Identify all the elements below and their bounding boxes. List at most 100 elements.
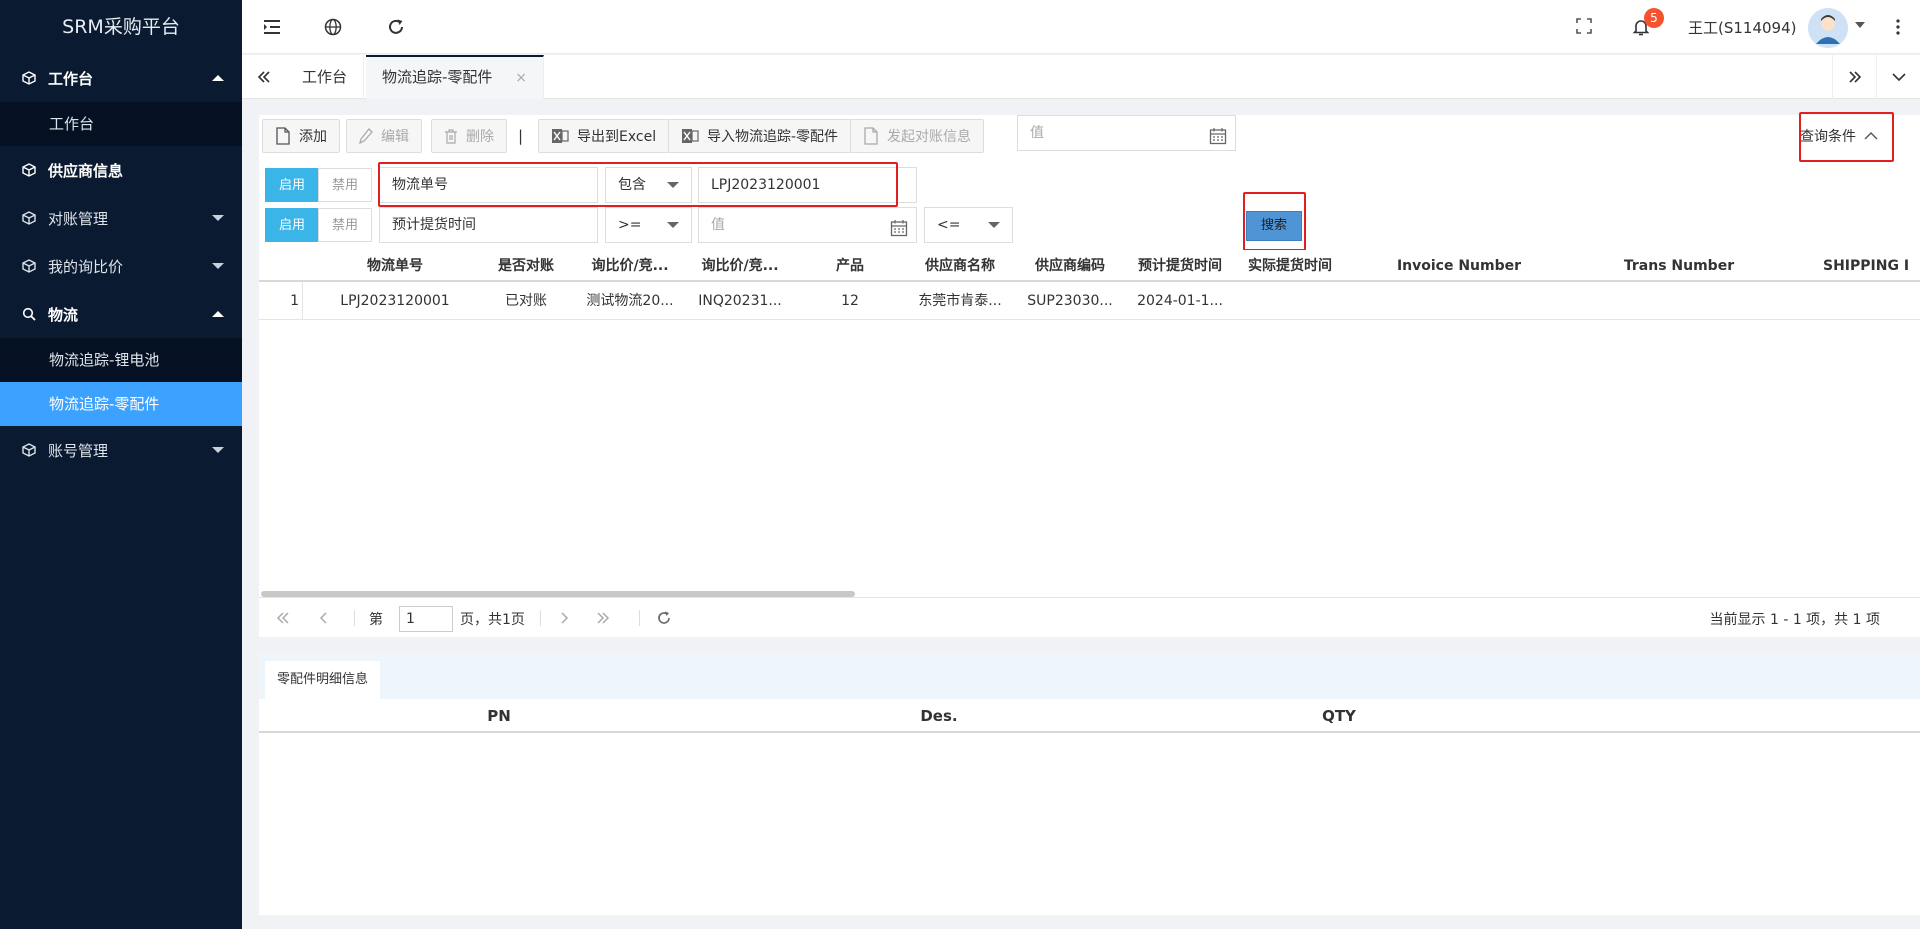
column-header[interactable]: Trans Number [1573,250,1785,282]
export-excel-button[interactable]: 导出到Excel [538,119,670,153]
column-header[interactable]: SHIPPING I [1785,250,1920,282]
filter2-operator-select[interactable]: >= [605,207,692,243]
filter2-disable-toggle[interactable]: 禁用 [318,208,372,242]
prev-page-icon[interactable] [313,608,333,628]
sidebar-item-workbench[interactable]: 工作台 [0,54,242,102]
sidebar-item-label: 工作台 [48,69,94,88]
import-logistics-parts-button[interactable]: 导入物流追踪-零配件 [668,119,852,153]
toolbar-separator: | [518,127,524,145]
tab-workbench[interactable]: 工作台 [286,55,365,99]
sidebar-item-reconciliation[interactable]: 对账管理 [0,194,242,242]
filter2-operator2-value: <= [937,217,961,233]
calendar-icon[interactable] [890,216,908,250]
first-page-icon[interactable] [273,608,293,628]
filter1-enable-toggle[interactable]: 启用 [265,168,319,202]
column-header[interactable]: PN [259,699,739,733]
column-header[interactable]: 实际提货时间 [1235,250,1345,282]
filter2-operator2-select[interactable]: <= [924,207,1013,243]
detail-grid-header: PN Des. QTY [259,699,1920,733]
column-header[interactable]: 供应商名称 [905,250,1015,282]
query-conditions-toggle[interactable]: 查询条件 [1800,119,1878,153]
app-title: SRM采购平台 [62,16,180,38]
sidebar-item-account[interactable]: 账号管理 [0,426,242,474]
sidebar-subitem-logistics-battery[interactable]: 物流追踪-锂电池 [0,338,242,382]
column-header[interactable]: 预计提货时间 [1125,250,1235,282]
cube-icon [22,211,36,225]
add-button-label: 添加 [299,129,327,145]
menu-fold-icon[interactable] [262,17,282,37]
sidebar-item-logistics[interactable]: 物流 [0,290,242,338]
refresh-icon[interactable] [654,608,674,628]
table-cell: INQ20231... [698,293,782,309]
calendar-icon[interactable] [1209,124,1227,158]
sidebar-subitem-workbench[interactable]: 工作台 [0,102,242,146]
column-header[interactable]: 询比价/竞... [685,250,795,282]
table-cell: 已对账 [505,293,547,309]
next-page-icon[interactable] [555,608,575,628]
excel-icon [551,128,569,144]
refresh-icon[interactable] [386,17,406,37]
cube-icon [22,443,36,457]
last-page-icon[interactable] [593,608,613,628]
tab-parts-detail[interactable]: 零配件明细信息 [265,661,381,699]
table-cell: 东莞市肯泰... [918,293,1002,309]
tab-menu-chevron-down-icon[interactable] [1876,55,1920,99]
globe-icon[interactable] [323,17,343,37]
top-header: 5 王工(S114094) [242,0,1920,54]
column-header[interactable]: QTY [1139,699,1539,733]
chevron-down-icon [988,222,1000,228]
sidebar-item-label: 对账管理 [48,209,109,228]
table-row[interactable]: 1 LPJ2023120001 已对账 测试物流20... INQ20231..… [259,282,1920,320]
column-header[interactable]: Invoice Number [1345,250,1573,282]
tab-scroll-left-icon[interactable] [242,55,286,99]
filter1-operator-select[interactable]: 包含 [605,167,692,203]
sidebar-item-supplier-info[interactable]: 供应商信息 [0,146,242,194]
sidebar-subitem-logistics-parts[interactable]: 物流追踪-零配件 [0,382,242,426]
avatar[interactable] [1808,8,1848,48]
column-header[interactable]: 供应商编码 [1015,250,1125,282]
row-number: 1 [290,293,299,309]
initiate-reconcile-button[interactable]: 发起对账信息 [850,119,984,153]
filter2-date-from-input[interactable]: 值 [698,207,917,243]
chevron-down-icon [212,263,224,269]
delete-button[interactable]: 删除 [431,119,507,153]
sidebar-item-my-inquiry[interactable]: 我的询比价 [0,242,242,290]
tab-label: 工作台 [302,68,348,86]
column-header[interactable]: Des. [739,699,1139,733]
sidebar: SRM采购平台 工作台 工作台 供应商信息 对账管理 我的询比价 物流 物流追踪… [0,0,242,929]
page-label-prefix: 第 [369,612,383,628]
chevron-down-icon [212,447,224,453]
filter1-field-select[interactable]: 物流单号 [379,167,598,203]
chevron-down-icon [212,215,224,221]
table-cell [1785,282,1920,320]
filter2-enable-toggle[interactable]: 启用 [265,208,319,242]
fullscreen-icon[interactable] [1575,17,1595,37]
filter2-date-to-input[interactable]: 值 [1017,115,1236,151]
user-name[interactable]: 王工(S114094) [1688,17,1797,38]
logistics-grid: 物流单号 是否对账 询比价/竞... 询比价/竞... 产品 供应商名称 供应商… [259,250,1920,320]
file-add-icon [275,127,291,145]
submenu-workbench: 工作台 [0,102,242,146]
tab-scroll-right-icon[interactable] [1832,55,1876,99]
filter1-disable-toggle[interactable]: 禁用 [318,168,372,202]
search-button[interactable]: 搜索 [1246,211,1302,241]
column-header[interactable]: 物流单号 [313,250,477,282]
filter1-value-input[interactable]: LPJ2023120001 [698,167,917,203]
edit-button-label: 编辑 [381,129,409,145]
filter2-date-to-placeholder: 值 [1030,125,1044,141]
avatar-caret-icon[interactable] [1854,19,1874,39]
detail-section: 零配件明细信息 PN Des. QTY [259,653,1920,915]
more-vertical-icon[interactable] [1888,17,1908,37]
add-button[interactable]: 添加 [262,119,340,153]
tab-logistics-parts[interactable]: 物流追踪-零配件 × [366,55,544,99]
pencil-icon [359,128,373,144]
column-header[interactable]: 产品 [795,250,905,282]
page-label-suffix: 页，共1页 [460,612,525,628]
grid-header: 物流单号 是否对账 询比价/竞... 询比价/竞... 产品 供应商名称 供应商… [259,250,1920,282]
edit-button[interactable]: 编辑 [346,119,422,153]
page-number-input[interactable]: 1 [399,606,453,632]
column-header[interactable]: 是否对账 [477,250,575,282]
filter2-field-select[interactable]: 预计提货时间 [379,207,598,243]
close-icon[interactable]: × [515,70,527,86]
column-header[interactable]: 询比价/竞... [575,250,685,282]
